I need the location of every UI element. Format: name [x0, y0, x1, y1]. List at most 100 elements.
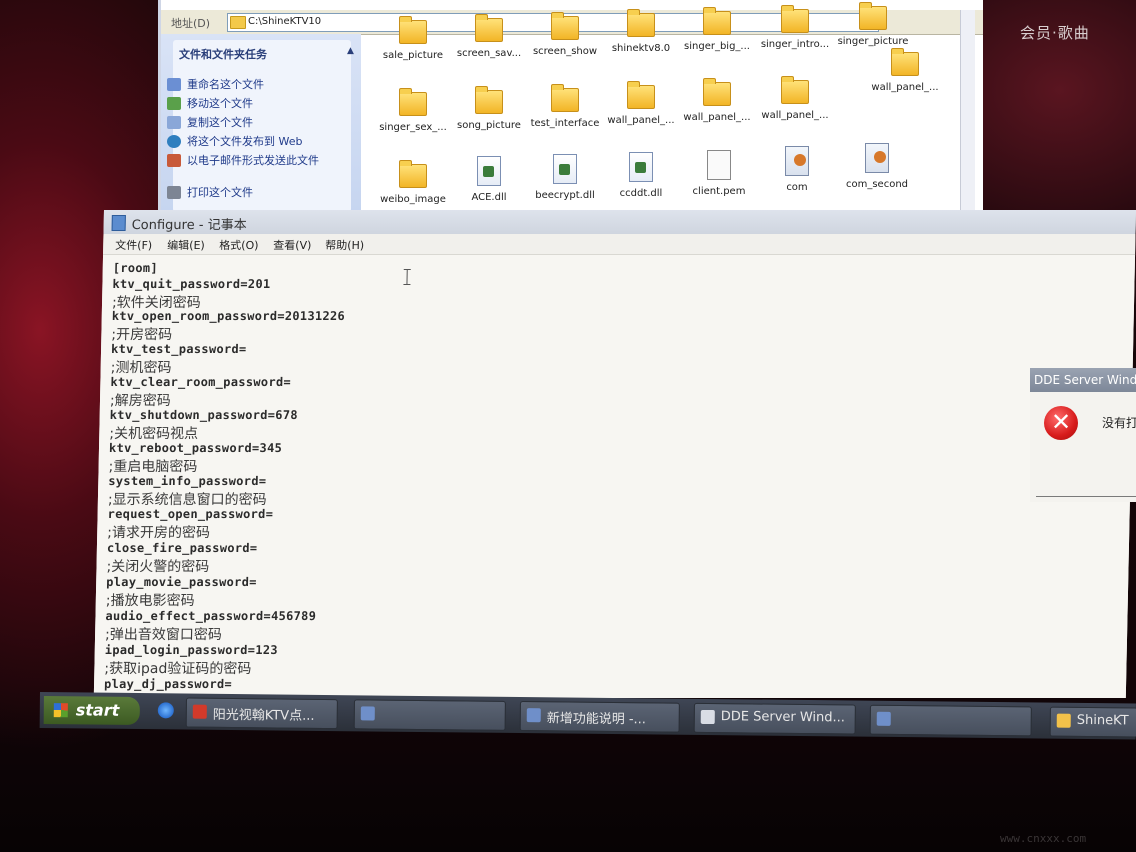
file-item[interactable]: screen_show: [525, 12, 605, 57]
task-pane-title: 文件和文件夹任务: [179, 48, 267, 61]
file-item[interactable]: wall_panel_...: [677, 78, 757, 123]
task-rename[interactable]: 重命名这个文件: [167, 78, 337, 92]
notepad-titlebar[interactable]: Configure - 记事本: [103, 210, 1136, 234]
taskbar-button-notepad[interactable]: [353, 699, 506, 731]
menu-help[interactable]: 帮助(H): [325, 237, 364, 253]
menu-view[interactable]: 查看(V): [273, 237, 311, 253]
file-item[interactable]: singer_sex_...: [373, 88, 453, 133]
taskbar-button-feature-notes[interactable]: 新增功能说明 -...: [519, 701, 680, 733]
menu-format[interactable]: 格式(O): [219, 237, 259, 253]
start-button[interactable]: start: [43, 696, 140, 726]
file-item[interactable]: com: [757, 146, 837, 193]
error-icon: ✕: [1044, 406, 1078, 440]
window-title: Configure - 记事本: [131, 218, 247, 233]
dll-file-icon: [553, 154, 577, 184]
copy-icon: [167, 116, 181, 129]
file-item[interactable]: sale_picture: [373, 16, 453, 61]
explorer-window: 地址(D) C:\ShineKTV10 文件和文件夹任务 ▲ 重命名这个文件 移…: [158, 0, 983, 212]
dde-error-dialog: DDE Server Wind ✕ 没有打: [1030, 368, 1136, 502]
folder-icon: [551, 12, 579, 40]
taskbar-button-dde[interactable]: DDE Server Wind...: [693, 702, 856, 735]
file-item[interactable]: song_picture: [449, 86, 529, 131]
task-print[interactable]: 打印这个文件: [167, 186, 337, 200]
config-line: play_movie_password=: [106, 575, 257, 589]
certificate-file-icon: [707, 150, 731, 180]
taskbar-button-ktv[interactable]: 阳光视翰KTV点...: [185, 697, 338, 730]
task-move[interactable]: 移动这个文件: [167, 97, 337, 111]
config-comment: ;关机密码视点: [109, 426, 199, 442]
folder-icon: [399, 88, 427, 116]
menu-edit[interactable]: 编辑(E): [167, 237, 205, 253]
folder-icon: [627, 9, 655, 37]
app-icon: [192, 704, 207, 719]
config-line: ktv_reboot_password=345: [108, 441, 283, 455]
config-comment: ;关闭火警的密码: [106, 559, 210, 575]
desktop-label: 会员·歌曲: [1020, 24, 1090, 42]
watermark: www.cnxxx.com: [1000, 832, 1087, 845]
start-label: start: [75, 700, 120, 720]
dialog-divider: [1036, 496, 1136, 497]
config-line: system_info_password=: [108, 474, 267, 488]
folder-icon: [230, 16, 246, 29]
folder-icon: [781, 76, 809, 104]
script-file-icon: [865, 143, 889, 173]
printer-icon: [167, 186, 181, 199]
config-comment: ;请求开房的密码: [107, 525, 211, 541]
task-pane: 文件和文件夹任务 ▲ 重命名这个文件 移动这个文件 复制这个文件 将这个文件发布…: [161, 34, 361, 212]
file-item[interactable]: wall_panel_...: [755, 76, 835, 121]
config-line: play_dj_password=: [103, 677, 233, 691]
folder-icon: [399, 16, 427, 44]
file-item[interactable]: singer_big_...: [677, 7, 757, 52]
task-copy[interactable]: 复制这个文件: [167, 116, 337, 130]
file-item[interactable]: weibo_image: [373, 160, 453, 205]
script-file-icon: [785, 146, 809, 176]
file-item[interactable]: ACE.dll: [449, 156, 529, 203]
file-item[interactable]: wall_panel_...: [601, 81, 681, 126]
explorer-scrollbar[interactable]: [960, 10, 975, 210]
folder-icon: [475, 86, 503, 114]
address-value: C:\ShineKTV10: [248, 16, 322, 27]
folder-icon: [859, 2, 887, 30]
rename-icon: [167, 78, 181, 91]
folder-icon: [627, 81, 655, 109]
window-icon: [700, 709, 715, 725]
file-item[interactable]: wall_panel_...: [865, 48, 945, 93]
config-comment: ;显示系统信息窗口的密码: [107, 492, 267, 508]
task-publish-web[interactable]: 将这个文件发布到 Web: [167, 135, 337, 149]
config-line: audio_effect_password=456789: [105, 609, 317, 623]
menu-file[interactable]: 文件(F): [115, 237, 152, 253]
folder-icon: [781, 5, 809, 33]
file-item[interactable]: test_interface: [525, 84, 605, 129]
file-item[interactable]: client.pem: [679, 150, 759, 197]
file-item[interactable]: singer_intro...: [755, 5, 835, 50]
notepad-icon: [526, 708, 541, 723]
folder-icon: [475, 14, 503, 42]
file-item[interactable]: screen_sav...: [449, 14, 529, 59]
dialog-title: DDE Server Wind: [1034, 373, 1136, 387]
config-comment: ;获取ipad验证码的密码: [104, 661, 252, 677]
dialog-titlebar[interactable]: DDE Server Wind: [1030, 368, 1136, 392]
config-line: close_fire_password=: [106, 541, 258, 555]
folder-icon: [703, 78, 731, 106]
file-item[interactable]: beecrypt.dll: [525, 154, 605, 201]
config-comment: ;测机密码: [110, 360, 172, 376]
file-item[interactable]: ccddt.dll: [601, 152, 681, 199]
notepad-window: Configure - 记事本 文件(F) 编辑(E) 格式(O) 查看(V) …: [93, 210, 1136, 698]
notepad-icon: [111, 215, 126, 231]
folder-icon: [1056, 713, 1071, 728]
task-email[interactable]: 以电子邮件形式发送此文件: [167, 154, 337, 168]
globe-icon: [167, 135, 181, 148]
notepad-icon: [360, 706, 375, 721]
browser-icon[interactable]: [157, 702, 174, 719]
move-icon: [167, 97, 181, 110]
file-item[interactable]: singer_picture: [833, 2, 913, 47]
file-item[interactable]: com_second: [837, 143, 917, 190]
folder-icon: [399, 160, 427, 188]
config-line: request_open_password=: [107, 507, 274, 521]
text-editor[interactable]: [room] ktv_quit_password=201 ;软件关闭密码 ktv…: [93, 255, 1136, 698]
dll-file-icon: [477, 156, 501, 186]
file-item[interactable]: shinektv8.0: [601, 9, 681, 54]
taskbar-button-notepad-2[interactable]: [869, 704, 1032, 737]
taskbar-button-explorer[interactable]: ShineKT: [1049, 706, 1136, 738]
collapse-chevron-icon[interactable]: ▲: [347, 46, 354, 56]
